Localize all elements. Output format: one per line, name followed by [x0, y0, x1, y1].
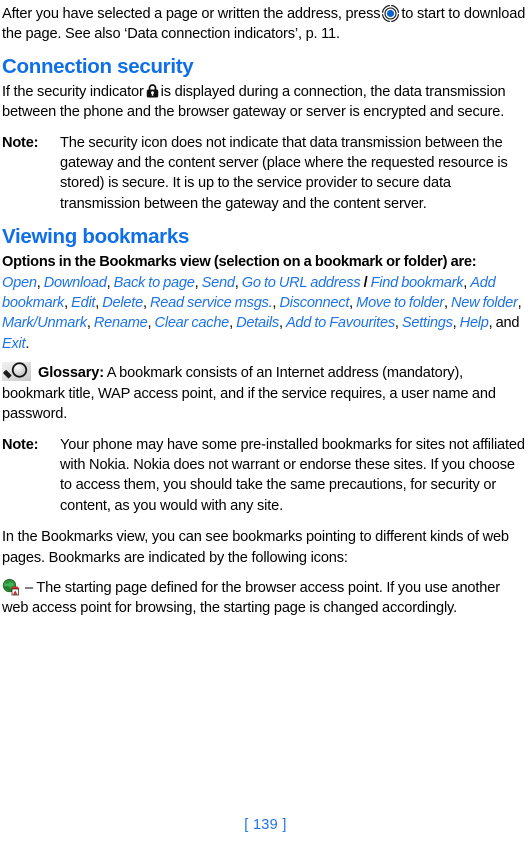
bookmark-option: Exit	[2, 335, 26, 352]
bookmark-options-list: Open, Download, Back to page, Send, Go t…	[2, 273, 529, 355]
bookmarks-intro-paragraph: In the Bookmarks view, you can see bookm…	[2, 529, 509, 566]
glossary-block: Glossary: A bookmark consists of an Inte…	[2, 362, 529, 424]
bookmark-icon-item-text: – The starting page defined for the brow…	[2, 579, 500, 617]
options-separator: ,	[234, 274, 242, 291]
intro-paragraph-part1: After you have selected a page or writte…	[2, 6, 381, 22]
options-separator: ,	[278, 315, 286, 332]
options-separator: ,	[86, 315, 94, 332]
bookmark-option: Move to folder	[356, 295, 444, 312]
bookmark-option: Help	[459, 315, 489, 332]
note-text: Your phone may have some pre-installed b…	[60, 436, 525, 514]
options-terminator: .	[25, 335, 30, 352]
options-separator: ,	[36, 274, 44, 291]
magnifier-icon	[2, 362, 31, 382]
options-separator: ,	[394, 315, 402, 332]
options-slash: /	[360, 274, 371, 291]
bookmark-option: Open	[2, 274, 37, 291]
section-heading-connection-security: Connection security	[2, 54, 194, 78]
connection-security-part1: If the security indicator	[2, 83, 144, 100]
note-preinstalled-bookmarks: Note: Your phone may have some pre-insta…	[2, 435, 529, 517]
connection-security-paragraph: If the security indicator is displayed d…	[2, 82, 529, 123]
bookmark-option: Clear cache	[154, 315, 230, 332]
bookmark-option: Rename	[93, 315, 148, 332]
options-separator: , and	[488, 315, 520, 332]
bookmark-option: Back to page	[113, 274, 195, 291]
document-page: After you have selected a page or writte…	[0, 0, 531, 845]
options-separator: ,	[194, 274, 202, 291]
note-label: Note:	[2, 134, 39, 151]
bookmark-option: New folder	[450, 295, 518, 312]
intro-paragraph: After you have selected a page or writte…	[2, 4, 529, 45]
bookmark-option: Disconnect	[279, 295, 350, 312]
bookmark-option: Edit	[71, 295, 96, 312]
options-separator: ,	[147, 315, 155, 332]
options-intro-text: Options in the Bookmarks view (selection…	[2, 254, 477, 271]
padlock-icon	[146, 84, 159, 98]
options-separator: ,	[443, 295, 451, 312]
bookmark-option: Go to URL address	[241, 274, 361, 291]
page-number-footer: [ 139 ]	[244, 817, 287, 833]
bookmark-option: Find bookmark	[370, 274, 464, 291]
options-separator: ,	[106, 274, 114, 291]
note-security-icon: Note: The security icon does not indicat…	[2, 133, 529, 215]
note-text: The security icon does not indicate that…	[60, 134, 508, 212]
bookmark-icon-item: – The starting page defined for the brow…	[2, 578, 529, 619]
bookmark-option: Send	[201, 274, 235, 291]
bookmark-option: Download	[43, 274, 107, 291]
options-separator: ,	[142, 295, 150, 312]
bookmark-option: Delete	[102, 295, 143, 312]
navigation-key-icon	[382, 4, 400, 23]
bookmark-option: Read service msgs.	[149, 295, 273, 312]
options-separator: ,	[452, 315, 460, 332]
bookmark-option: Details	[236, 315, 279, 332]
glossary-label: Glossary:	[38, 365, 104, 382]
options-separator: ,	[517, 295, 522, 312]
bookmark-option: Mark/Unmark	[2, 315, 87, 332]
section-heading-viewing-bookmarks: Viewing bookmarks	[2, 225, 190, 249]
globe-home-icon	[2, 578, 20, 596]
bookmark-option: Settings	[401, 315, 453, 332]
note-label: Note:	[2, 436, 39, 453]
bookmark-option: Add to Favourites	[285, 315, 395, 332]
